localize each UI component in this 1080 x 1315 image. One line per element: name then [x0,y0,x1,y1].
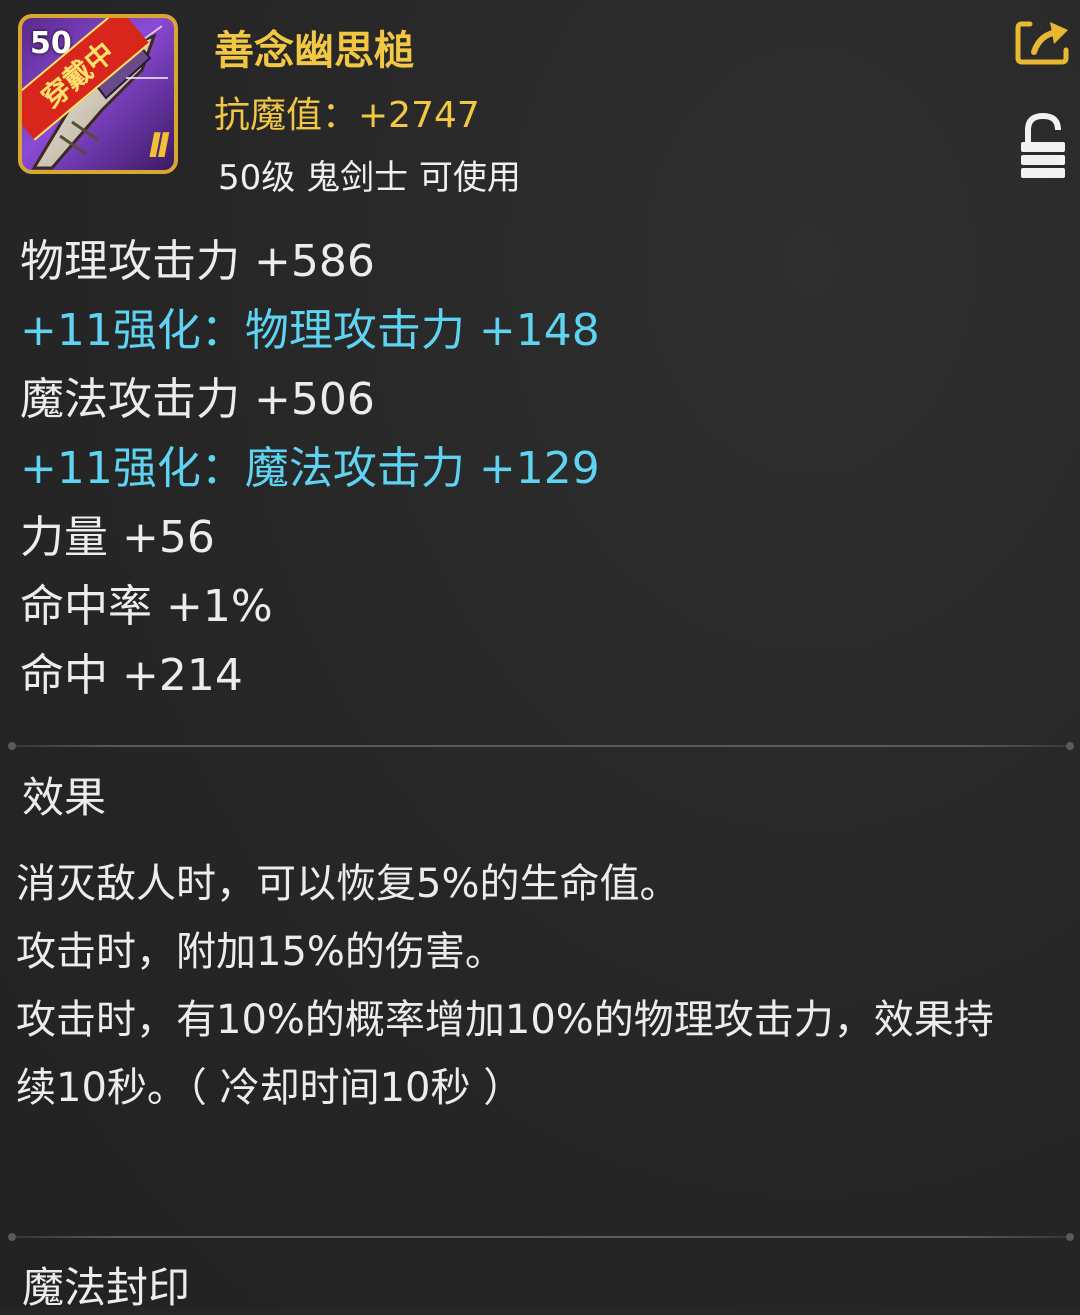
effect-section-title: 效果 [22,773,107,822]
effect-line: 续10秒。（ 冷却时间10秒 ） [16,1065,524,1111]
item-name: 善念幽思槌 [214,28,414,74]
effect-line: 消灭敌人时，可以恢复5%的生命值。 [16,861,680,907]
stat-line: 物理攻击力 +586 [20,236,375,287]
stat-line-enhance: +11强化：物理攻击力 +148 [20,305,600,356]
stat-line: 命中率 +1% [20,581,273,632]
item-tooltip-panel: 50 穿戴中 II 善念幽思槌 抗魔值：+2747 50级 鬼剑士 可使用 物理… [0,0,1080,1312]
effect-line: 攻击时，附加15%的伤害。 [16,929,505,975]
item-requirement: 50级 鬼剑士 可使用 [218,158,521,198]
grade-mark: II [148,126,170,166]
anti-magic-value: 抗魔值：+2747 [214,95,480,136]
stat-line-enhance: +11强化：魔法攻击力 +129 [20,443,600,494]
stat-list: 物理攻击力 +586 +11强化：物理攻击力 +148 魔法攻击力 +506 +… [20,232,600,715]
effect-description: 消灭敌人时，可以恢复5%的生命值。 攻击时，附加15%的伤害。 攻击时，有10%… [16,850,1056,1122]
item-icon[interactable]: 50 穿戴中 II [18,14,178,174]
magic-seal-section-title: 魔法封印 [22,1263,191,1312]
stat-line: 力量 +56 [20,512,215,563]
section-divider [8,1233,1074,1241]
stat-line: 命中 +214 [20,650,243,701]
share-icon[interactable] [1014,18,1072,68]
lock-icon[interactable] [1018,112,1068,180]
effect-line: 攻击时，有10%的概率增加10%的物理攻击力，效果持 [16,997,994,1043]
stat-line: 魔法攻击力 +506 [20,374,375,425]
section-divider [8,742,1074,750]
